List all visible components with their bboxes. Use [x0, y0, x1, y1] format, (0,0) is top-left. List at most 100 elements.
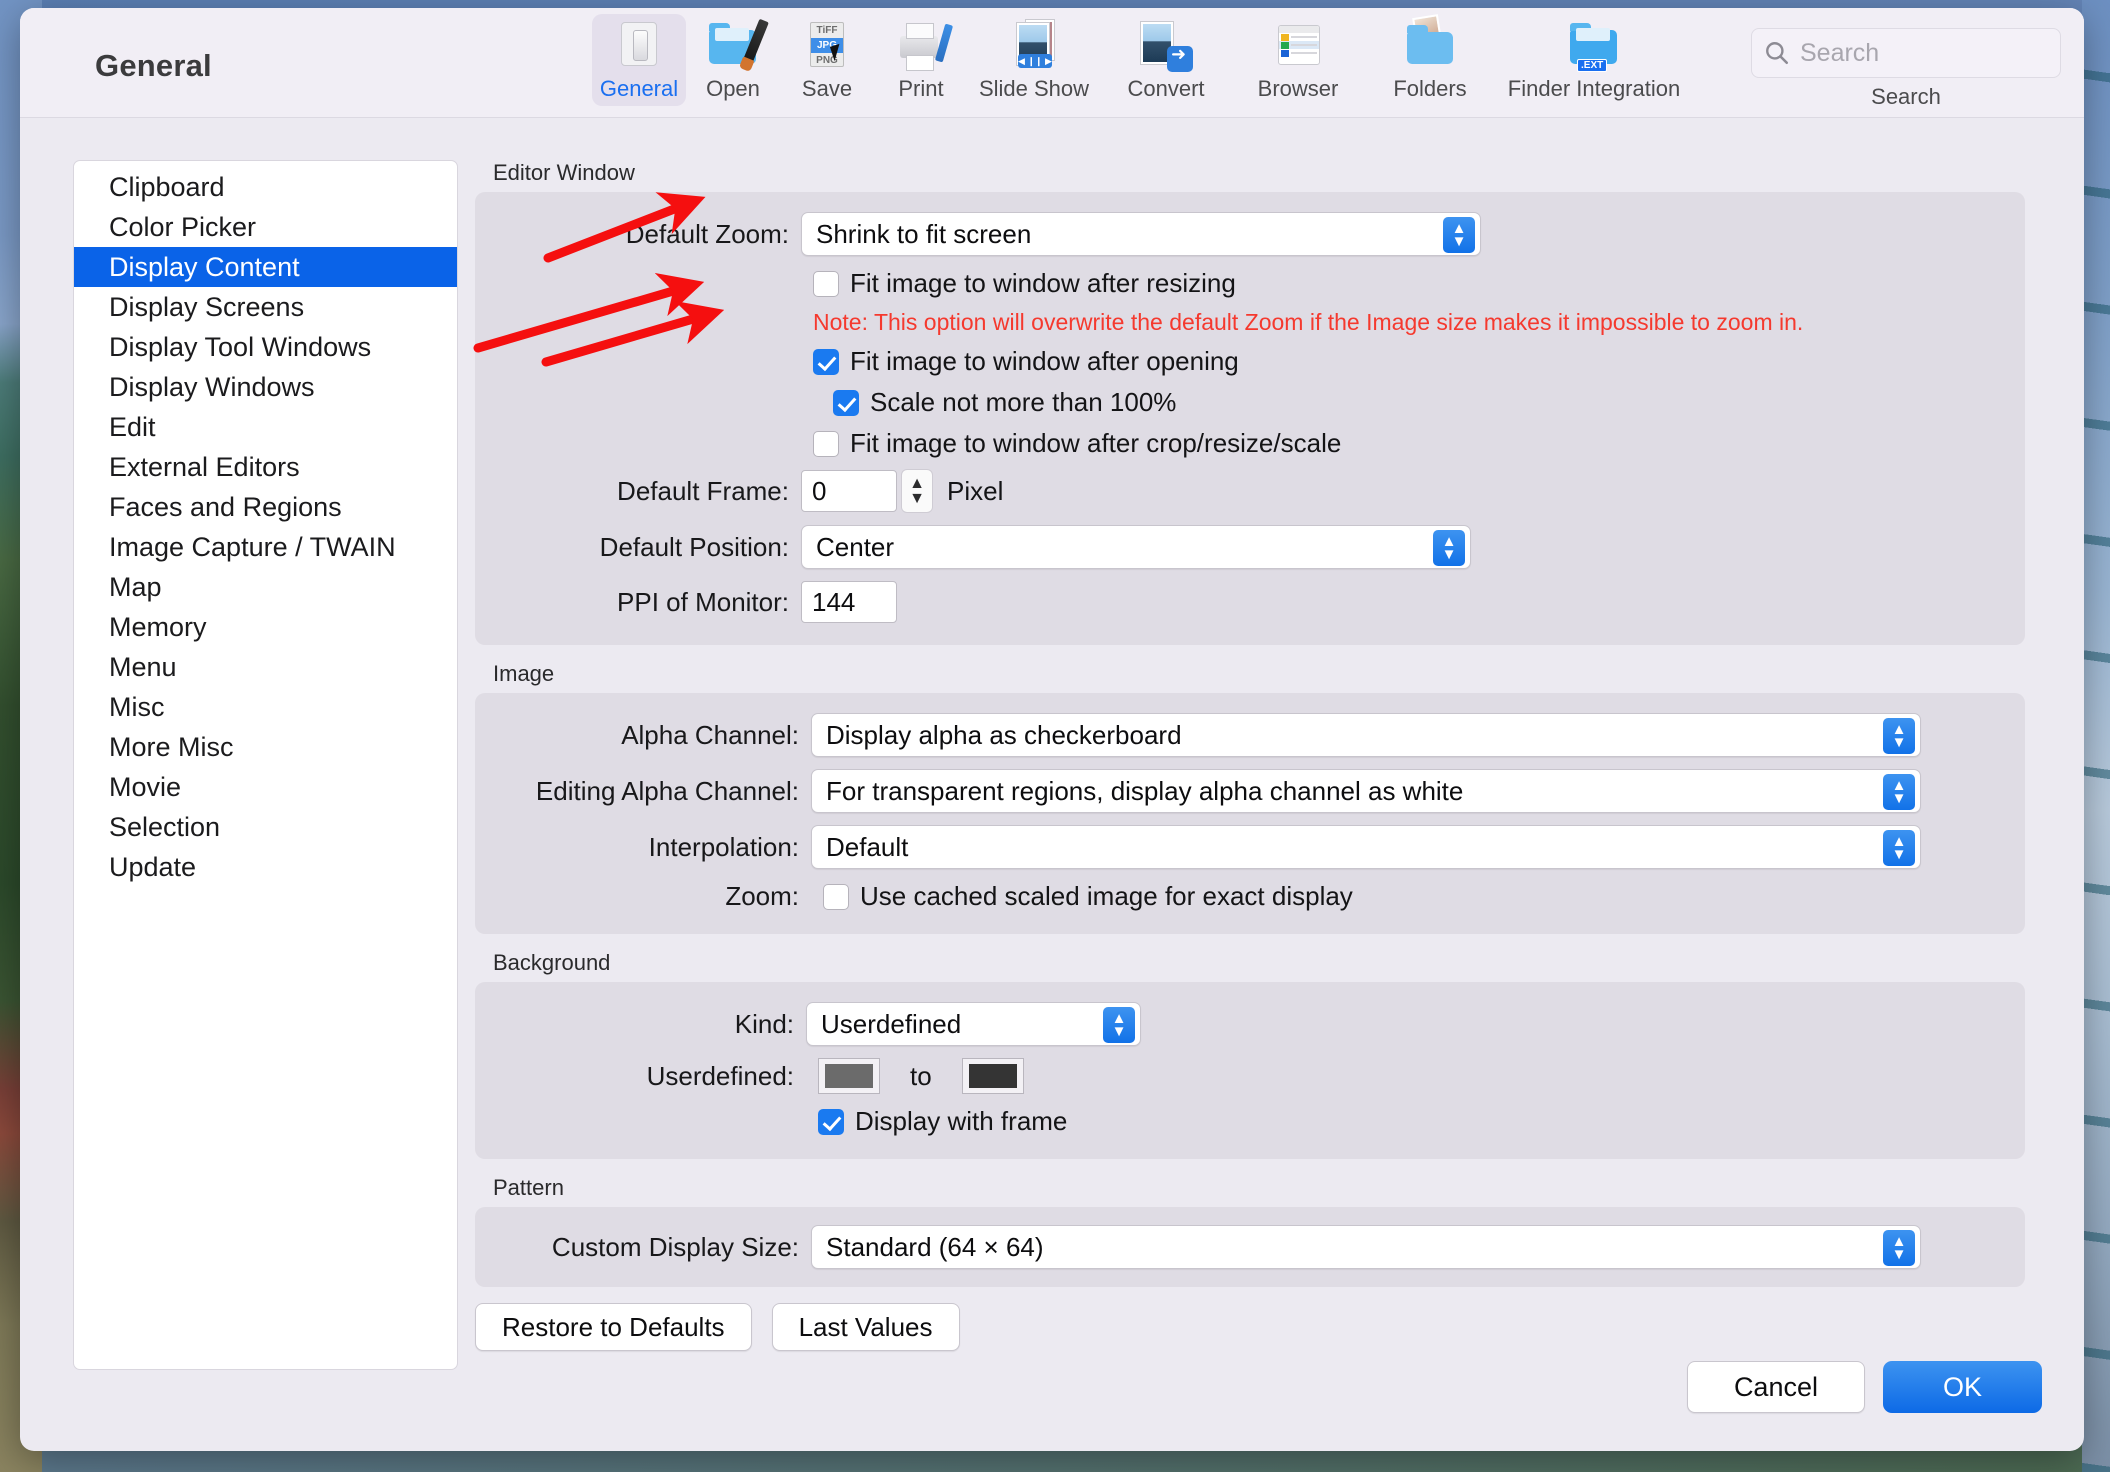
sidebar-item-map[interactable]: Map	[74, 567, 457, 607]
sidebar-item-edit[interactable]: Edit	[74, 407, 457, 447]
label-fit-after-crop-resize-scale: Fit image to window after crop/resize/sc…	[850, 428, 1342, 458]
chevron-updown-icon[interactable]: ▲ ▼	[1433, 530, 1465, 566]
select-interpolation-value: Default	[826, 831, 909, 862]
stepper-default-frame[interactable]: ▲ ▼	[901, 469, 933, 513]
printer-icon	[892, 20, 954, 74]
checkbox-fit-after-opening[interactable]	[813, 348, 839, 375]
toolbar-item-save[interactable]: TiFF JPG PNG Save	[780, 14, 874, 106]
select-custom-display-size[interactable]: Standard (64 × 64) ▲ ▼	[811, 1225, 1921, 1269]
folders-icon	[1401, 14, 1459, 74]
label-zoom: Zoom:	[725, 881, 799, 911]
toolbar-item-open[interactable]: Open	[686, 14, 780, 106]
toolbar-label-folders: Folders	[1393, 76, 1467, 101]
sidebar-item-clipboard[interactable]: Clipboard	[74, 167, 457, 207]
desktop-background-right	[2082, 0, 2110, 1472]
toolbar-item-convert[interactable]: Convert	[1100, 14, 1232, 106]
cancel-button[interactable]: Cancel	[1686, 1361, 1865, 1413]
chevron-updown-icon[interactable]: ▲ ▼	[1883, 774, 1915, 810]
sidebar-item-selection[interactable]: Selection	[74, 807, 457, 847]
toolbar-label-convert: Convert	[1127, 76, 1205, 101]
sidebar-item-update[interactable]: Update	[74, 847, 457, 887]
label-default-zoom: Default Zoom:	[625, 218, 789, 249]
toolbar-label-save: Save	[801, 76, 853, 101]
slideshow-icon: ◀ ❙❙ ▶	[1005, 20, 1063, 74]
select-interpolation[interactable]: Default ▲ ▼	[811, 825, 1921, 869]
search-box[interactable]: Search	[1751, 28, 2061, 78]
last-values-button[interactable]: Last Values	[771, 1303, 960, 1351]
sidebar-item-image-capture-twain[interactable]: Image Capture / TWAIN	[74, 527, 457, 567]
group-background: Background Kind: Userdefined ▲ ▼ Userdefi…	[475, 950, 2025, 1159]
checkbox-fit-after-resizing[interactable]	[813, 270, 839, 297]
sidebar-item-display-content[interactable]: Display Content	[74, 247, 457, 287]
label-custom-display-size: Custom Display Size:	[551, 1231, 799, 1262]
select-default-zoom[interactable]: Shrink to fit screen ▲ ▼	[801, 212, 1481, 256]
preferences-window: General General Open TiFF JPG PNG Save P…	[20, 8, 2084, 1451]
input-default-frame[interactable]: 0	[801, 470, 897, 512]
toolbar-item-slide-show[interactable]: ◀ ❙❙ ▶ Slide Show	[968, 14, 1100, 106]
toolbar-label-open: Open	[706, 76, 760, 101]
select-default-zoom-value: Shrink to fit screen	[816, 218, 1032, 249]
sidebar-item-faces-and-regions[interactable]: Faces and Regions	[74, 487, 457, 527]
group-editor-window: Editor Window Default Zoom: Shrink to fi…	[475, 160, 2025, 645]
toolbar-item-folders[interactable]: Folders	[1364, 14, 1496, 106]
toolbar-item-general[interactable]: General	[592, 14, 686, 106]
color-swatch-from[interactable]	[818, 1058, 880, 1094]
checkbox-fit-after-crop-resize-scale[interactable]	[813, 430, 839, 457]
sidebar-item-display-tool-windows[interactable]: Display Tool Windows	[74, 327, 457, 367]
select-default-position[interactable]: Center ▲ ▼	[801, 525, 1471, 569]
chevron-updown-icon[interactable]: ▲ ▼	[1103, 1007, 1135, 1043]
label-userdefined: Userdefined:	[646, 1060, 794, 1091]
toolbar-item-print[interactable]: Print	[874, 14, 968, 106]
chevron-updown-icon[interactable]: ▲ ▼	[1883, 718, 1915, 754]
checkbox-scale-not-more-than-100[interactable]	[833, 389, 859, 416]
sidebar-item-color-picker[interactable]: Color Picker	[74, 207, 457, 247]
select-editing-alpha-channel[interactable]: For transparent regions, display alpha c…	[811, 769, 1921, 813]
toolbar-item-browser[interactable]: Browser	[1232, 14, 1364, 106]
select-custom-display-size-value: Standard (64 × 64)	[826, 1231, 1044, 1262]
toolbar-label-browser: Browser	[1257, 76, 1339, 101]
color-swatch-to[interactable]	[961, 1058, 1024, 1094]
sidebar-item-movie[interactable]: Movie	[74, 767, 457, 807]
convert-icon	[1137, 20, 1195, 74]
group-title-pattern: Pattern	[493, 1175, 564, 1200]
group-pattern: Pattern Custom Display Size: Standard (6…	[475, 1175, 2025, 1287]
chevron-updown-icon[interactable]: ▲ ▼	[1883, 830, 1915, 866]
search-caption: Search	[1871, 84, 1941, 109]
select-kind-value: Userdefined	[821, 1008, 962, 1039]
label-alpha-channel: Alpha Channel:	[621, 719, 799, 750]
content-action-buttons: Restore to Defaults Last Values	[475, 1303, 2025, 1351]
sidebar-item-menu[interactable]: Menu	[74, 647, 457, 687]
sidebar-item-more-misc[interactable]: More Misc	[74, 727, 457, 767]
select-kind[interactable]: Userdefined ▲ ▼	[806, 1002, 1141, 1046]
sidebar-item-memory[interactable]: Memory	[74, 607, 457, 647]
checkbox-display-with-frame[interactable]	[818, 1108, 844, 1135]
select-alpha-channel[interactable]: Display alpha as checkerboard ▲ ▼	[811, 713, 1921, 757]
sidebar-item-external-editors[interactable]: External Editors	[74, 447, 457, 487]
input-ppi-of-monitor[interactable]: 144	[801, 581, 897, 623]
label-kind: Kind:	[734, 1008, 794, 1039]
select-editing-alpha-channel-value: For transparent regions, display alpha c…	[826, 775, 1464, 806]
toolbar-search: Search Search	[1751, 28, 2061, 110]
group-title-background: Background	[493, 950, 611, 975]
toolbar-item-finder-integration[interactable]: .EXT Finder Integration	[1496, 14, 1692, 106]
search-icon	[1766, 42, 1789, 65]
chevron-updown-icon[interactable]: ▲ ▼	[1883, 1230, 1915, 1266]
settings-sidebar[interactable]: Clipboard Color Picker Display Content D…	[73, 160, 458, 1370]
toolbar-label-print: Print	[898, 76, 944, 101]
sidebar-item-misc[interactable]: Misc	[74, 687, 457, 727]
restore-to-defaults-button[interactable]: Restore to Defaults	[475, 1303, 752, 1351]
sidebar-item-display-screens[interactable]: Display Screens	[74, 287, 457, 327]
checkbox-use-cached-scaled-image[interactable]	[823, 883, 849, 910]
search-input[interactable]: Search	[1800, 39, 1879, 68]
sidebar-item-display-windows[interactable]: Display Windows	[74, 367, 457, 407]
note-zoom-overwrite: Note: This option will overwrite the def…	[813, 309, 1804, 335]
chevron-updown-icon[interactable]: ▲ ▼	[1443, 217, 1475, 253]
window-title: General	[95, 48, 212, 83]
select-alpha-channel-value: Display alpha as checkerboard	[826, 719, 1182, 750]
ok-button[interactable]: OK	[1882, 1361, 2042, 1413]
label-editing-alpha-channel: Editing Alpha Channel:	[535, 775, 799, 806]
label-fit-after-resizing: Fit image to window after resizing	[850, 268, 1236, 298]
group-title-image: Image	[493, 661, 555, 686]
toolbar-label-finder-integration: Finder Integration	[1507, 76, 1681, 101]
toolbar: General General Open TiFF JPG PNG Save P…	[20, 8, 2084, 118]
